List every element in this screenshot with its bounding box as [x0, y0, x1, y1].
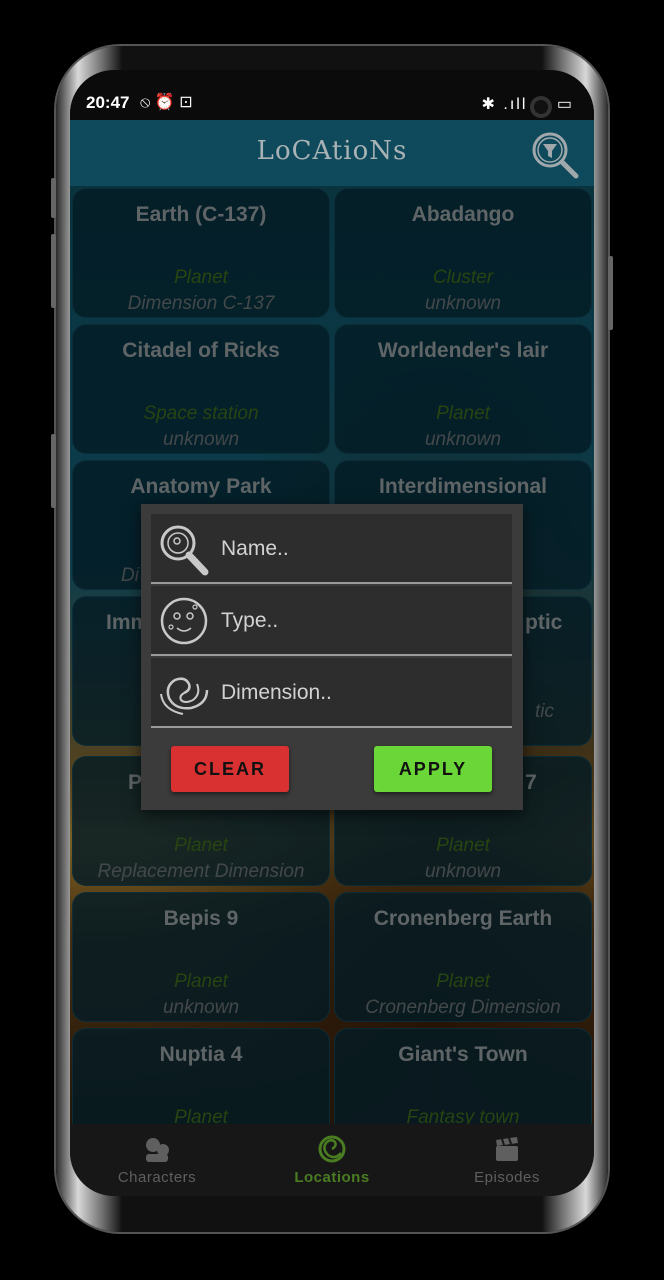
nav-episodes[interactable]: Episodes	[420, 1124, 594, 1196]
system-icons: ✱ .ıll ᯤ ▭	[481, 96, 574, 113]
name-field[interactable]	[151, 514, 512, 584]
apply-button[interactable]: APPLY	[374, 746, 492, 792]
type-input[interactable]	[219, 600, 503, 642]
clapperboard-icon	[496, 1137, 518, 1161]
filter-dialog: CLEAR APPLY	[141, 504, 523, 810]
portal-swirl-icon	[160, 677, 209, 715]
status-time: 20:47	[86, 93, 130, 112]
locations-icon	[318, 1135, 346, 1163]
type-field[interactable]	[151, 586, 512, 656]
name-input[interactable]	[219, 528, 503, 570]
app-bar: LoCAtioNs	[70, 120, 594, 186]
app-screen: 20:47 ⦸ ⏰ ⊡ ✱ .ıll ᯤ ▭ LoCAtioNs Earth (…	[70, 70, 594, 1196]
bottom-navigation: Characters Locations Episodes	[70, 1124, 594, 1196]
camera-cutout	[530, 96, 552, 118]
planet-icon	[160, 597, 208, 645]
nav-label: Locations	[294, 1169, 370, 1186]
nav-label: Episodes	[474, 1169, 540, 1186]
phone-side-button	[51, 234, 56, 308]
clear-button[interactable]: CLEAR	[171, 746, 289, 792]
phone-side-button	[51, 434, 56, 508]
filter-search-button[interactable]	[530, 130, 582, 180]
nav-locations[interactable]: Locations	[245, 1124, 419, 1196]
phone-side-button	[51, 178, 56, 218]
status-bar: 20:47 ⦸ ⏰ ⊡ ✱ .ıll ᯤ ▭	[70, 70, 594, 120]
phone-side-button	[608, 256, 613, 330]
filter-search-icon	[532, 132, 579, 179]
characters-icon	[146, 1138, 169, 1162]
page-title: LoCAtioNs	[256, 136, 408, 166]
nav-characters[interactable]: Characters	[70, 1124, 244, 1196]
nav-label: Characters	[117, 1169, 197, 1186]
dimension-field[interactable]	[151, 658, 512, 728]
dimension-input[interactable]	[219, 672, 503, 714]
magnifier-icon	[160, 525, 209, 576]
notification-icons: ⦸ ⏰ ⊡	[140, 94, 193, 111]
